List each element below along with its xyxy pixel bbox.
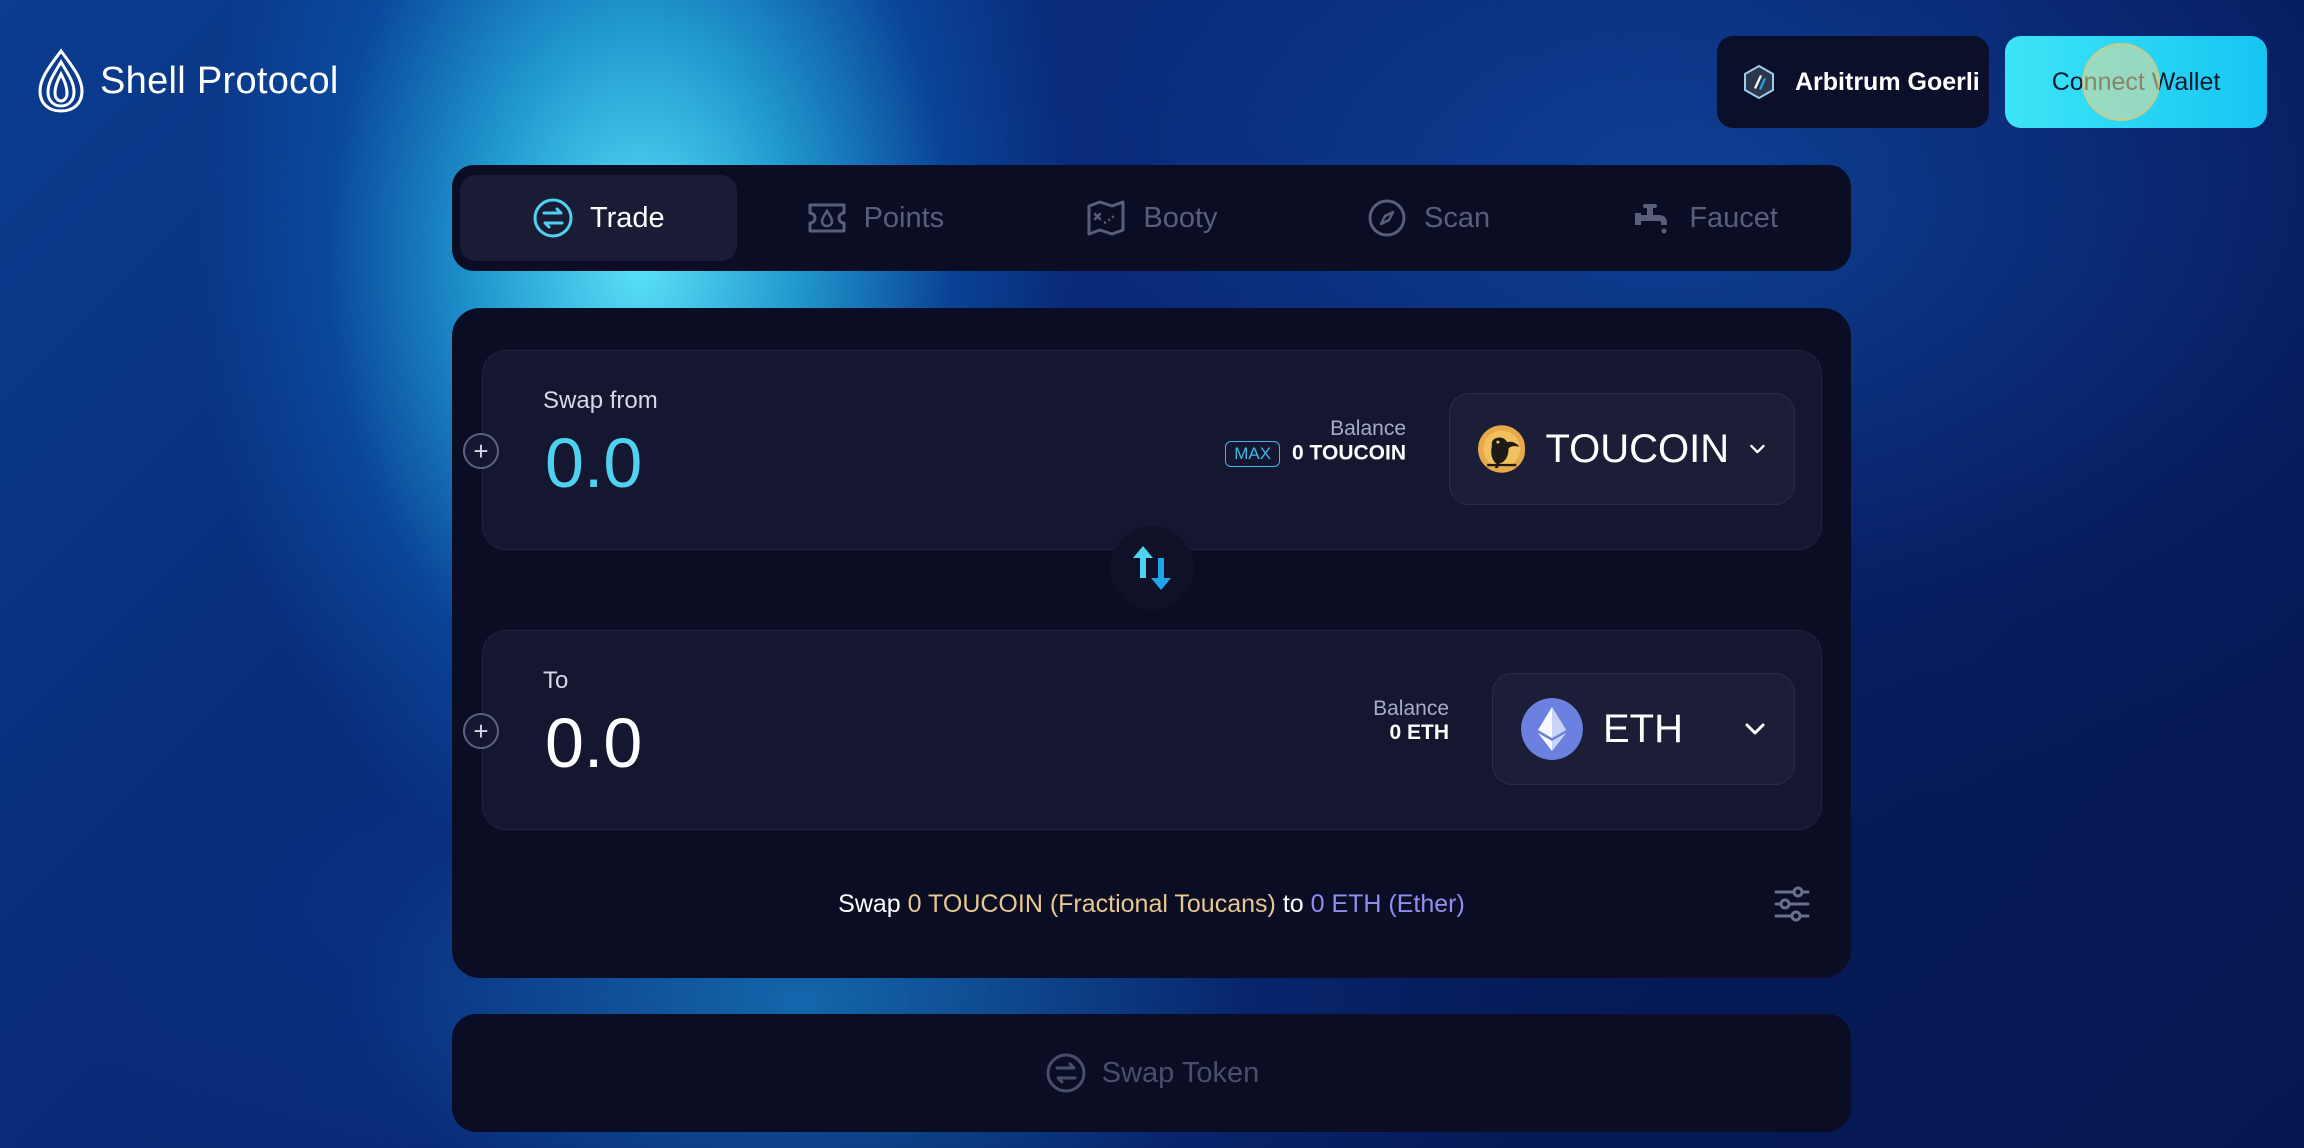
swap-token-button[interactable]: Swap Token: [452, 1014, 1851, 1132]
toucan-token-icon: [1478, 425, 1526, 473]
add-token-button[interactable]: +: [463, 433, 499, 469]
add-token-button[interactable]: +: [463, 713, 499, 749]
swap-card: + Swap from 0.0 Balance MAX 0 TOUCOIN TOU…: [452, 308, 1851, 978]
balance-value: 0 ETH: [1389, 721, 1449, 744]
swap-direction-button[interactable]: [1110, 526, 1194, 610]
tab-faucet[interactable]: Faucet: [1566, 175, 1843, 261]
ticket-icon: [808, 203, 846, 233]
tab-label: Points: [863, 201, 945, 234]
tab-label: Booty: [1143, 201, 1218, 234]
tab-points[interactable]: Points: [737, 175, 1014, 261]
balance-value: 0 TOUCOIN: [1292, 441, 1406, 465]
max-button[interactable]: MAX: [1225, 441, 1281, 467]
from-token-selector[interactable]: TOUCOIN: [1449, 393, 1795, 505]
tab-label: Trade: [589, 201, 665, 234]
to-token-selector[interactable]: ETH: [1492, 673, 1795, 785]
faucet-icon: [1635, 204, 1668, 234]
trade-icon: [1046, 1053, 1086, 1093]
tab-label: Faucet: [1689, 201, 1778, 234]
tab-scan[interactable]: Scan: [1290, 175, 1567, 261]
swap-to-balance: Balance 0 ETH: [1373, 697, 1449, 745]
tab-label: Scan: [1424, 201, 1491, 234]
network-selector-button[interactable]: Arbitrum Goerli: [1717, 36, 1989, 128]
trade-icon: [533, 198, 573, 238]
treasure-map-icon: [1087, 200, 1125, 236]
chevron-down-icon: [1750, 444, 1765, 454]
shell-logo-icon: [38, 48, 84, 113]
compass-icon: [1368, 199, 1406, 237]
tab-booty[interactable]: Booty: [1013, 175, 1290, 261]
balance-label: Balance: [1373, 697, 1449, 720]
from-token-symbol: TOUCOIN: [1545, 426, 1730, 471]
logo-text: Shell Protocol: [100, 59, 339, 102]
connect-wallet-button[interactable]: Connect Wallet: [2005, 36, 2267, 128]
summary-to: 0 ETH (Ether): [1310, 890, 1465, 918]
settings-sliders-icon[interactable]: [1772, 884, 1812, 924]
to-token-symbol: ETH: [1603, 706, 1683, 751]
swap-from-label: Swap from: [543, 387, 658, 414]
main-nav-tabs: Trade Points Booty Scan Faucet: [452, 165, 1851, 271]
chevron-down-icon: [1745, 723, 1765, 735]
summary-middle: to: [1282, 890, 1304, 918]
swap-from-panel: + Swap from 0.0 Balance MAX 0 TOUCOIN TOU…: [463, 350, 1822, 550]
summary-from: 0 TOUCOIN (Fractional Toucans): [907, 890, 1276, 918]
swap-summary: Swap 0 TOUCOIN (Fractional Toucans) to 0…: [452, 890, 1851, 919]
swap-to-label: To: [543, 667, 569, 694]
swap-to-panel: + To 0.0 Balance 0 ETH ETH: [463, 630, 1822, 830]
tab-trade[interactable]: Trade: [460, 175, 737, 261]
arbitrum-icon: [1744, 64, 1774, 100]
shell-protocol-logo[interactable]: Shell Protocol: [36, 48, 339, 114]
network-label: Arbitrum Goerli: [1795, 67, 1980, 96]
swap-token-label: Swap Token: [1101, 1056, 1260, 1089]
swap-arrows-icon: [1133, 546, 1171, 590]
swap-from-amount-input[interactable]: 0.0: [545, 423, 642, 503]
swap-from-balance: Balance MAX 0 TOUCOIN: [1225, 417, 1406, 467]
swap-to-amount-input[interactable]: 0.0: [545, 703, 642, 783]
balance-label: Balance: [1330, 417, 1406, 440]
summary-prefix: Swap: [838, 890, 901, 918]
ethereum-token-icon: [1521, 698, 1583, 760]
